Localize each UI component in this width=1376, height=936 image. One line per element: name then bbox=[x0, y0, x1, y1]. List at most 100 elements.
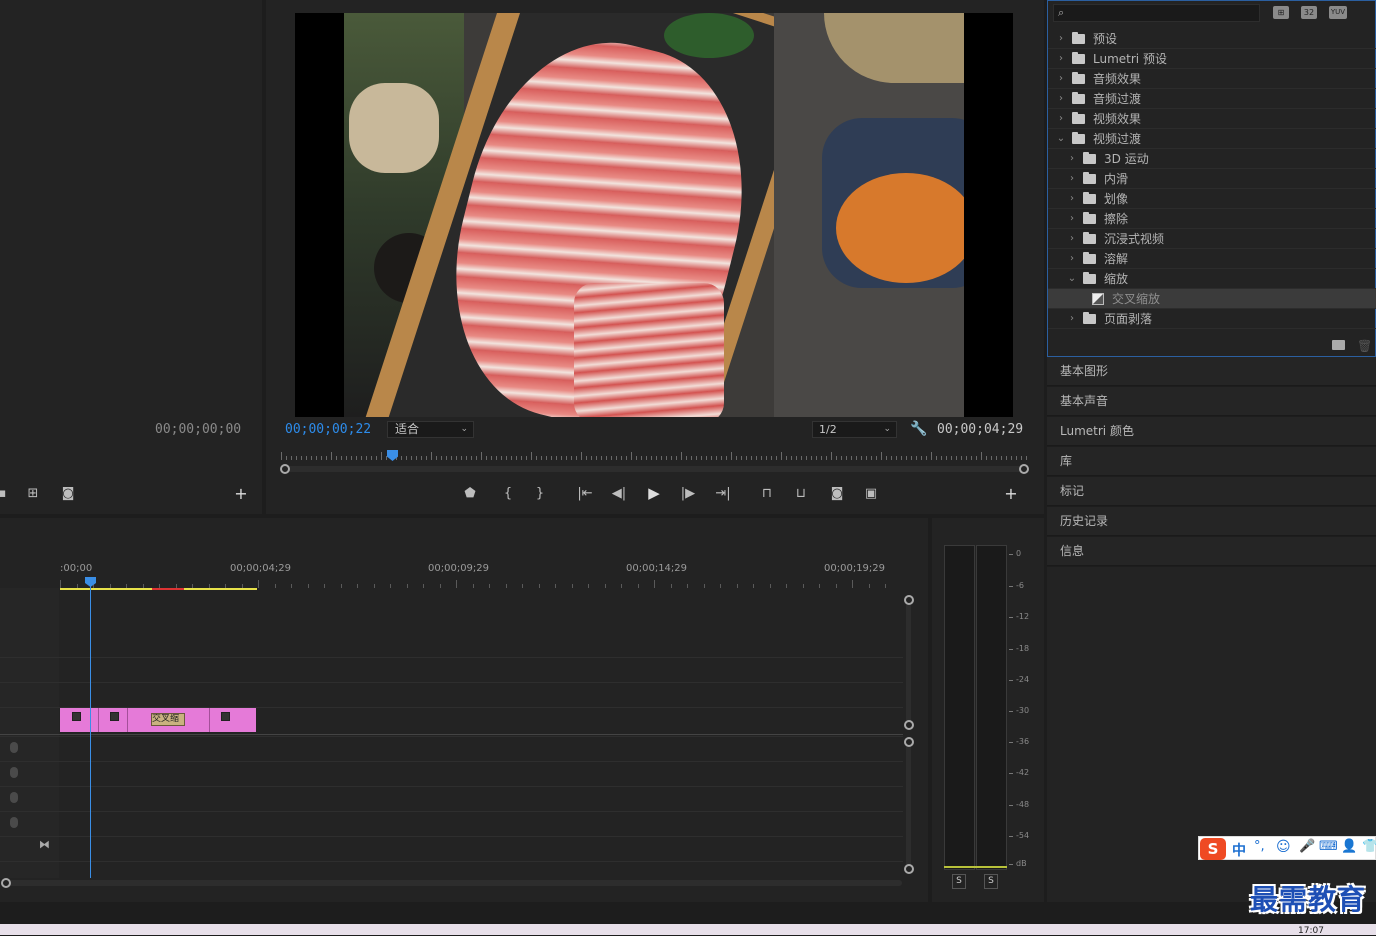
effects-tree-item[interactable]: › 音频效果 bbox=[1048, 69, 1376, 89]
yuv-effects-icon[interactable]: YUV bbox=[1329, 6, 1347, 19]
mic-icon[interactable] bbox=[10, 792, 18, 803]
clip-divider bbox=[209, 708, 210, 732]
chevron-right-icon[interactable]: › bbox=[1067, 153, 1077, 164]
trash-icon[interactable]: 🗑 bbox=[1357, 339, 1372, 353]
solo-right-button[interactable]: S bbox=[984, 874, 998, 889]
effects-tree-item[interactable]: › 划像 bbox=[1048, 189, 1376, 209]
zoom-scrollbar[interactable] bbox=[284, 466, 1024, 472]
chevron-right-icon[interactable]: › bbox=[1056, 73, 1066, 84]
mark-in-icon[interactable]: { bbox=[502, 486, 514, 502]
solo-left-button[interactable]: S bbox=[952, 874, 966, 889]
accelerated-effects-icon[interactable]: ⊞ bbox=[1273, 6, 1289, 19]
mic-icon[interactable] bbox=[10, 767, 18, 778]
chevron-right-icon[interactable]: › bbox=[1056, 93, 1066, 104]
new-bin-icon[interactable] bbox=[1332, 340, 1345, 350]
keyboard-icon[interactable]: ⌨ bbox=[1319, 839, 1338, 854]
v-scroll-track-audio[interactable] bbox=[906, 743, 911, 868]
effects-search-field[interactable]: ⌕ bbox=[1053, 4, 1260, 22]
effects-tree-item[interactable]: › 溶解 bbox=[1048, 249, 1376, 269]
program-monitor-panel: 00;00;00;22 适合 ⌄ 1/2 ⌄ 🔧 00;00;04;29 ⬟ {… bbox=[266, 0, 1044, 514]
side-panel-tab[interactable]: 历史记录 bbox=[1047, 507, 1376, 536]
v-scroll-handle[interactable] bbox=[904, 595, 914, 605]
comparison-view-icon[interactable]: ▣ bbox=[862, 486, 880, 502]
step-back-icon[interactable]: ◀| bbox=[611, 486, 627, 502]
program-duration: 00;00;04;29 bbox=[937, 422, 1024, 437]
v-scroll-handle[interactable] bbox=[904, 720, 914, 730]
export-frame-camera-icon[interactable]: ◙ bbox=[829, 486, 845, 502]
v-scroll-track-video[interactable] bbox=[906, 598, 911, 726]
user-icon[interactable]: 👤 bbox=[1341, 839, 1357, 854]
go-to-in-icon[interactable]: |⇤ bbox=[576, 486, 594, 502]
zoom-handle-right[interactable] bbox=[1019, 464, 1029, 474]
voice-icon[interactable]: 🎤 bbox=[1299, 839, 1315, 854]
export-frame-icon[interactable]: ⊞ bbox=[24, 486, 42, 502]
effects-tree-item[interactable]: › 页面剥落 bbox=[1048, 309, 1376, 329]
db-tick bbox=[1009, 586, 1013, 587]
chevron-right-icon[interactable]: › bbox=[1067, 233, 1077, 244]
effects-tree-item[interactable]: ⌄ 视频过渡 bbox=[1048, 129, 1376, 149]
side-panel-tab[interactable]: 标记 bbox=[1047, 477, 1376, 506]
overwrite-icon[interactable]: ▪ bbox=[0, 486, 8, 502]
chevron-down-icon[interactable]: ⌄ bbox=[1056, 133, 1066, 144]
skin-icon[interactable]: 👕 bbox=[1362, 839, 1376, 854]
chevron-right-icon[interactable]: › bbox=[1056, 53, 1066, 64]
timeline-panel: :00;00 00;00;04;29 00;00;09;29 00;00;14;29 0… bbox=[0, 518, 928, 902]
ime-language[interactable]: 中 bbox=[1232, 840, 1246, 860]
ruler-tick bbox=[456, 580, 457, 588]
resolution-dropdown[interactable]: 1/2 ⌄ bbox=[812, 421, 897, 438]
program-current-timecode[interactable]: 00;00;00;22 bbox=[285, 422, 371, 437]
effects-tree-item[interactable]: › 沉浸式视频 bbox=[1048, 229, 1376, 249]
h-scroll-handle[interactable] bbox=[1, 878, 11, 888]
side-panel-tab[interactable]: 库 bbox=[1047, 447, 1376, 476]
wrench-icon[interactable]: 🔧 bbox=[910, 421, 927, 437]
side-panel-tab[interactable]: 基本声音 bbox=[1047, 387, 1376, 416]
chevron-down-icon[interactable]: ⌄ bbox=[1067, 273, 1077, 284]
mic-icon[interactable] bbox=[10, 817, 18, 828]
side-panel-tab[interactable]: 基本图形 bbox=[1047, 357, 1376, 386]
step-forward-icon[interactable]: |▶ bbox=[680, 486, 696, 502]
folder-icon bbox=[1083, 211, 1096, 224]
play-icon[interactable]: ▶ bbox=[646, 485, 662, 501]
chevron-right-icon[interactable]: › bbox=[1067, 253, 1077, 264]
scrub-tick bbox=[281, 452, 282, 460]
effects-tree-item[interactable]: 交叉缩放 bbox=[1048, 289, 1376, 309]
emoji-icon[interactable]: ☺ bbox=[1276, 839, 1291, 855]
fit-dropdown[interactable]: 适合 ⌄ bbox=[387, 421, 474, 438]
effects-tree-item[interactable]: › 擦除 bbox=[1048, 209, 1376, 229]
scrub-tick bbox=[771, 456, 772, 460]
lift-icon[interactable]: ⊓ bbox=[757, 486, 777, 502]
h-scrollbar[interactable] bbox=[4, 880, 902, 886]
mark-out-icon[interactable]: } bbox=[534, 486, 546, 502]
bowtie-icon[interactable]: ⧓ bbox=[39, 838, 50, 851]
ime-toolbar[interactable]: S 中 °, ☺ 🎤 ⌨ 👤 👕 bbox=[1198, 836, 1376, 860]
effects-tree-item[interactable]: › Lumetri 预设 bbox=[1048, 49, 1376, 69]
side-panel-tab[interactable]: 信息 bbox=[1047, 537, 1376, 566]
v-scroll-handle[interactable] bbox=[904, 737, 914, 747]
transition-marker[interactable]: 交叉缩 bbox=[151, 713, 185, 726]
mic-icon[interactable] bbox=[10, 742, 18, 753]
effects-tree-item[interactable]: › 内滑 bbox=[1048, 169, 1376, 189]
chevron-right-icon[interactable]: › bbox=[1067, 213, 1077, 224]
side-panel-tab[interactable]: Lumetri 颜色 bbox=[1047, 417, 1376, 446]
chevron-right-icon[interactable]: › bbox=[1056, 33, 1066, 44]
effects-tree-item[interactable]: › 3D 运动 bbox=[1048, 149, 1376, 169]
extract-icon[interactable]: ⊔ bbox=[791, 486, 811, 502]
effects-tree-item[interactable]: › 音频过渡 bbox=[1048, 89, 1376, 109]
chevron-right-icon[interactable]: › bbox=[1067, 313, 1077, 324]
effects-tree-item[interactable]: › 视频效果 bbox=[1048, 109, 1376, 129]
zoom-handle-left[interactable] bbox=[280, 464, 290, 474]
add-button-icon[interactable]: + bbox=[1002, 486, 1020, 502]
effects-tree-item[interactable]: › 预设 bbox=[1048, 29, 1376, 49]
add-button-icon[interactable]: + bbox=[232, 486, 250, 502]
chevron-right-icon[interactable]: › bbox=[1067, 193, 1077, 204]
chevron-right-icon[interactable]: › bbox=[1056, 113, 1066, 124]
effects-tree-item[interactable]: ⌄ 缩放 bbox=[1048, 269, 1376, 289]
add-marker-icon[interactable]: ⬟ bbox=[464, 486, 476, 502]
32bit-effects-icon[interactable]: 32 bbox=[1301, 6, 1317, 19]
camera-icon[interactable]: ◙ bbox=[60, 486, 76, 502]
go-to-out-icon[interactable]: ⇥| bbox=[714, 486, 732, 502]
chevron-right-icon[interactable]: › bbox=[1067, 173, 1077, 184]
effects-search-input[interactable] bbox=[1072, 6, 1252, 20]
v-scroll-handle[interactable] bbox=[904, 864, 914, 874]
punctuation-icon[interactable]: °, bbox=[1254, 839, 1265, 854]
